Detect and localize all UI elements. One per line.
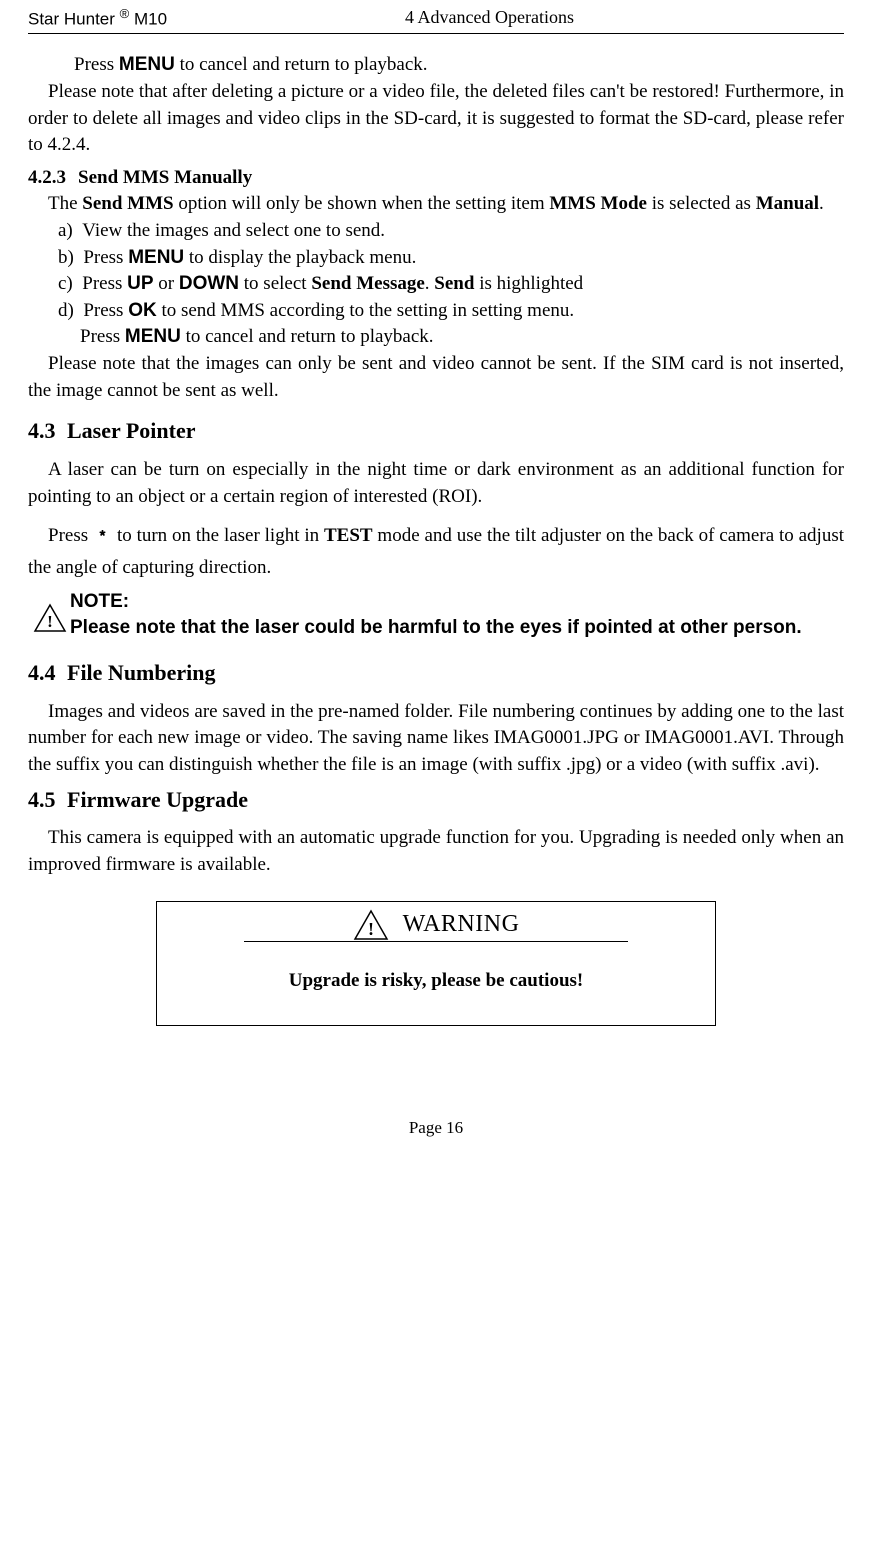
paragraph-delete-note: Please note that after deleting a pictur… [28,79,844,159]
warning-body: Upgrade is risky, please be cautious! [167,968,705,995]
heading-4-2-3: 4.2.3Send MMS Manually [28,165,844,192]
header-product: Star Hunter ® M10 [28,5,167,31]
list-item: d) Press OK to send MMS according to the… [58,298,844,325]
page-header: Star Hunter ® M10 4 Advanced Operations [28,5,844,34]
ok-key: OK [128,300,157,321]
paragraph-laser-intro: A laser can be turn on especially in the… [28,457,844,510]
paragraph-laser-instructions: Press ﹡ to turn on the laser light in TE… [28,520,844,585]
heading-title: Laser Pointer [67,418,196,443]
page-footer: Page 16 [28,1116,844,1140]
heading-title: Firmware Upgrade [67,787,248,812]
warning-title: WARNING [389,908,520,942]
list-item: a) View the images and select one to sen… [58,218,844,245]
registered-symbol: ® [120,6,130,21]
note-title: NOTE: [70,589,844,616]
product-name: Star Hunter [28,10,115,29]
svg-text:!: ! [47,612,53,631]
heading-number: 4.3 [28,418,62,443]
heading-number: 4.2.3 [28,167,78,188]
note-block: ! NOTE: Please note that the laser could… [28,589,844,642]
note-text: NOTE: Please note that the laser could b… [70,589,844,642]
heading-4-4: 4.4 File Numbering [28,658,844,689]
page-body: Press MENU to cancel and return to playb… [28,52,844,1025]
menu-key: MENU [119,54,175,75]
heading-4-5: 4.5 Firmware Upgrade [28,785,844,816]
menu-key: MENU [128,247,184,268]
warning-box: ! WARNING Upgrade is risky, please be ca… [156,901,716,1026]
steps-list: a) View the images and select one to sen… [28,218,844,351]
heading-number: 4.5 [28,787,62,812]
svg-text:!: ! [368,919,374,939]
header-chapter: 4 Advanced Operations [405,5,844,31]
list-item: c) Press UP or DOWN to select Send Messa… [58,271,844,298]
paragraph-firmware: This camera is equipped with an automati… [28,825,844,878]
heading-title: Send MMS Manually [78,167,252,188]
paragraph-cancel: Press MENU to cancel and return to playb… [28,52,844,79]
heading-number: 4.4 [28,660,62,685]
heading-title: File Numbering [67,660,216,685]
product-model: M10 [134,10,167,29]
paragraph-file-numbering: Images and videos are saved in the pre-n… [28,699,844,779]
paragraph-send-mms-intro: The Send MMS option will only be shown w… [28,191,844,218]
warning-icon: ! [28,589,70,633]
list-item: b) Press MENU to display the playback me… [58,245,844,272]
warning-icon: ! [353,909,389,941]
list-item: Press MENU to cancel and return to playb… [58,324,844,351]
down-key: DOWN [179,273,239,294]
up-key: UP [127,273,153,294]
menu-key: MENU [125,326,181,347]
heading-4-3: 4.3 Laser Pointer [28,416,844,447]
page-container: Star Hunter ® M10 4 Advanced Operations … [0,0,872,1159]
warning-title-row: ! WARNING [244,908,628,943]
star-key: ﹡ [93,525,112,546]
paragraph-sim-note: Please note that the images can only be … [28,351,844,404]
note-body: Please note that the laser could be harm… [70,615,844,642]
